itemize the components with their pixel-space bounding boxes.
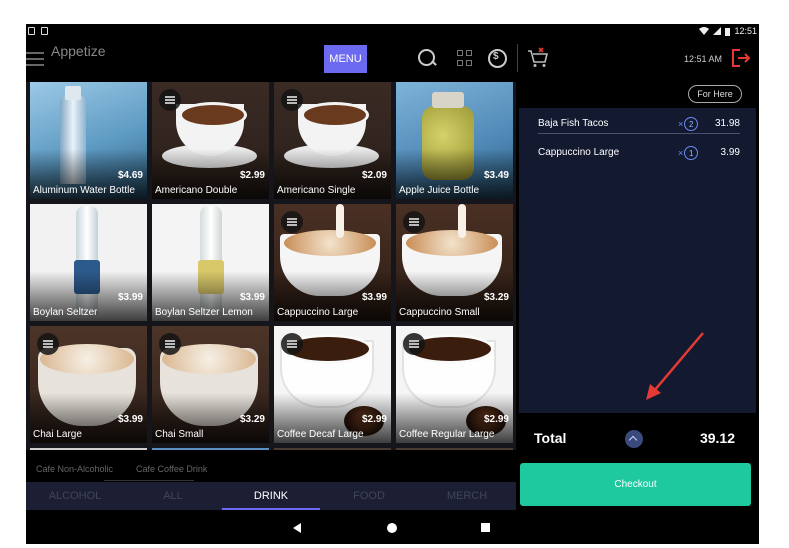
product-tile[interactable]: $2.99 Coffee Decaf Large (274, 326, 391, 443)
product-price: $3.29 (239, 414, 265, 425)
options-icon[interactable] (403, 211, 425, 233)
product-tile[interactable]: $4.69 Aluminum Water Bottle (30, 82, 147, 199)
tab-all[interactable]: ALL (124, 482, 222, 510)
product-tile[interactable]: $3.49 Apple Juice Bottle (396, 82, 513, 199)
options-icon[interactable] (159, 89, 181, 111)
home-icon[interactable] (387, 523, 397, 533)
product-tile[interactable]: $2.99 Coffee Regular Large (396, 326, 513, 443)
product-name: Chai Small (155, 429, 204, 440)
tab-drink[interactable]: DRINK (222, 482, 320, 510)
total-value: 39.12 (699, 430, 735, 446)
tab-food[interactable]: FOOD (320, 482, 418, 510)
subcategory-bar: Cafe Non-Alcoholic Cafe Coffee Drink (26, 450, 516, 482)
options-icon[interactable] (281, 211, 303, 233)
total-label: Total (534, 430, 567, 446)
order-divider (538, 133, 740, 134)
product-tile[interactable]: $3.99 Boylan Seltzer Lemon (152, 204, 269, 321)
search-icon[interactable] (416, 47, 438, 69)
clear-cart-icon[interactable] (526, 47, 550, 69)
product-tile[interactable]: $3.99 Chai Large (30, 326, 147, 443)
product-name: Americano Single (277, 185, 356, 196)
product-price: $2.99 (239, 170, 265, 181)
status-bar: 12:51 (26, 24, 759, 42)
sim-icon (28, 27, 35, 35)
header-time: 12:51 AM (684, 54, 723, 64)
options-icon[interactable] (281, 333, 303, 355)
signal-icon (713, 27, 722, 35)
product-tile[interactable]: $2.99 Americano Double (152, 82, 269, 199)
battery-icon (725, 27, 731, 36)
options-icon[interactable] (281, 89, 303, 111)
order-item-price: 3.99 (720, 147, 740, 158)
product-price: $3.49 (483, 170, 509, 181)
subcategory-item[interactable]: Cafe Coffee Drink (136, 464, 207, 474)
product-name: Aluminum Water Bottle (33, 185, 135, 196)
product-price: $2.99 (483, 414, 509, 425)
product-tile[interactable]: $3.99 Boylan Seltzer (30, 204, 147, 321)
product-name: Cappuccino Small (399, 307, 480, 318)
menu-button[interactable]: MENU (324, 45, 367, 73)
product-grid: $4.69 Aluminum Water Bottle $2.99 Americ… (26, 82, 516, 450)
status-time: 12:51 (734, 26, 757, 36)
order-mode-button[interactable]: For Here (688, 85, 742, 103)
notification-icon (41, 27, 48, 35)
back-icon[interactable] (293, 523, 301, 533)
category-tabs: ALCOHOL ALL DRINK FOOD MERCH (26, 482, 516, 510)
logout-icon[interactable] (730, 47, 752, 69)
product-tile[interactable]: $3.99 Cappuccino Large (274, 204, 391, 321)
order-item[interactable]: Cappuccino Large × 1 3.99 (519, 137, 756, 165)
product-price: $3.99 (117, 292, 143, 303)
grid-view-icon[interactable] (454, 47, 476, 69)
recent-apps-icon[interactable] (481, 523, 490, 532)
product-price: $3.99 (117, 414, 143, 425)
product-tile[interactable]: $3.29 Cappuccino Small (396, 204, 513, 321)
product-name: Chai Large (33, 429, 82, 440)
product-name: Cappuccino Large (277, 307, 359, 318)
android-nav-bar (26, 510, 516, 544)
order-item-qty[interactable]: × 1 (678, 146, 699, 160)
product-name: Americano Double (155, 185, 238, 196)
order-item-qty[interactable]: × 2 (678, 117, 699, 131)
product-price: $4.69 (117, 170, 143, 181)
app-header: Appetize MENU 12:51 AM (26, 42, 759, 82)
product-name: Coffee Regular Large (399, 429, 495, 440)
collapse-chevron-up-icon[interactable] (625, 430, 643, 448)
header-divider (517, 44, 518, 72)
product-price: $2.99 (361, 414, 387, 425)
order-panel: For Here Baja Fish Tacos × 2 31.98 Cappuc… (519, 82, 759, 544)
order-item-name: Cappuccino Large (538, 147, 620, 158)
hamburger-menu-icon[interactable] (26, 48, 46, 70)
product-price: $3.99 (361, 292, 387, 303)
product-tile[interactable]: $2.09 Americano Single (274, 82, 391, 199)
order-item-name: Baja Fish Tacos (538, 118, 609, 129)
order-item[interactable]: Baja Fish Tacos × 2 31.98 (519, 108, 756, 136)
product-name: Boylan Seltzer (33, 307, 98, 318)
product-price: $3.29 (483, 292, 509, 303)
options-icon[interactable] (403, 333, 425, 355)
tab-alcohol[interactable]: ALCOHOL (26, 482, 124, 510)
tablet-screen: 12:51 Appetize MENU 12:51 AM $4.69 Alumi… (26, 24, 759, 544)
order-list: Baja Fish Tacos × 2 31.98 Cappuccino Larg… (519, 108, 756, 448)
product-name: Apple Juice Bottle (399, 185, 480, 196)
product-tile[interactable]: $3.29 Chai Small (152, 326, 269, 443)
product-price: $2.09 (361, 170, 387, 181)
options-icon[interactable] (159, 333, 181, 355)
tab-merch[interactable]: MERCH (418, 482, 516, 510)
payment-icon[interactable] (486, 47, 508, 69)
product-name: Boylan Seltzer Lemon (155, 307, 253, 318)
product-name: Coffee Decaf Large (277, 429, 364, 440)
options-icon[interactable] (37, 333, 59, 355)
app-title: Appetize (51, 43, 106, 59)
wifi-icon (699, 27, 710, 35)
subcategory-item[interactable]: Cafe Non-Alcoholic (36, 464, 113, 474)
order-item-price: 31.98 (714, 118, 740, 129)
product-price: $3.99 (239, 292, 265, 303)
checkout-button[interactable]: Checkout (520, 463, 751, 506)
